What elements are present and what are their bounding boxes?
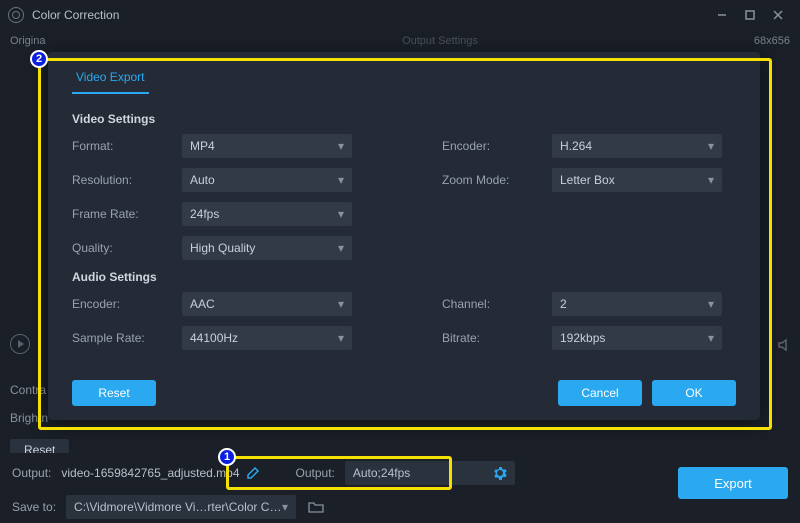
chevron-down-icon: ▾	[708, 139, 714, 153]
output-spec-value: Auto;24fps	[353, 466, 410, 480]
play-icon[interactable]	[10, 334, 30, 354]
audio-encoder-select[interactable]: AAC▾	[182, 292, 352, 316]
chevron-down-icon: ▾	[338, 173, 344, 187]
top-info-row: Origina Output Settings 68x656	[0, 30, 800, 52]
quality-label: Quality:	[72, 241, 172, 255]
channel-label: Channel:	[442, 297, 542, 311]
open-folder-button[interactable]	[308, 500, 324, 514]
minimize-button[interactable]	[708, 1, 736, 29]
output-settings-dialog: Video Export Video Settings Format: MP4▾…	[48, 52, 760, 420]
saveto-label: Save to:	[12, 500, 56, 514]
quality-select[interactable]: High Quality▾	[182, 236, 352, 260]
format-select[interactable]: MP4▾	[182, 134, 352, 158]
saveto-path-value: C:\Vidmore\Vidmore Vi…rter\Color Correct…	[74, 500, 282, 514]
output-file-label: Output:	[12, 466, 51, 480]
chevron-down-icon: ▾	[282, 500, 288, 514]
dialog-cancel-button[interactable]: Cancel	[558, 380, 642, 406]
dialog-subtitle: Output Settings	[402, 35, 478, 47]
audio-settings-header: Audio Settings	[72, 270, 736, 284]
audio-encoder-label: Encoder:	[72, 297, 172, 311]
titlebar: Color Correction	[0, 0, 800, 30]
chevron-down-icon: ▾	[338, 331, 344, 345]
dialog-reset-button[interactable]: Reset	[72, 380, 156, 406]
annotation-badge-1: 1	[218, 448, 236, 466]
dialog-ok-button[interactable]: OK	[652, 380, 736, 406]
gear-icon[interactable]	[493, 466, 507, 480]
bitrate-label: Bitrate:	[442, 331, 542, 345]
app-logo-icon	[8, 7, 24, 23]
bottom-bar: Output: video-1659842765_adjusted.mp4 Ou…	[0, 453, 800, 523]
framerate-label: Frame Rate:	[72, 207, 172, 221]
rename-output-button[interactable]	[246, 466, 260, 480]
contrast-label: Contra	[10, 383, 46, 397]
chevron-down-icon: ▾	[338, 139, 344, 153]
dimensions-readout: 68x656	[754, 35, 790, 47]
brightness-label: Brightn	[10, 411, 48, 425]
output-spec-box[interactable]: Auto;24fps	[345, 461, 515, 485]
resolution-label: Resolution:	[72, 173, 172, 187]
format-label: Format:	[72, 139, 172, 153]
chevron-down-icon: ▾	[708, 173, 714, 187]
saveto-path-select[interactable]: C:\Vidmore\Vidmore Vi…rter\Color Correct…	[66, 495, 296, 519]
chevron-down-icon: ▾	[338, 297, 344, 311]
framerate-select[interactable]: 24fps▾	[182, 202, 352, 226]
chevron-down-icon: ▾	[338, 207, 344, 221]
samplerate-label: Sample Rate:	[72, 331, 172, 345]
chevron-down-icon: ▾	[708, 297, 714, 311]
zoom-mode-label: Zoom Mode:	[442, 173, 542, 187]
tab-video-export[interactable]: Video Export	[72, 64, 149, 94]
resolution-select[interactable]: Auto▾	[182, 168, 352, 192]
video-encoder-select[interactable]: H.264▾	[552, 134, 722, 158]
bitrate-select[interactable]: 192kbps▾	[552, 326, 722, 350]
output-spec-label: Output:	[296, 466, 335, 480]
preview-mode-label: Origina	[10, 35, 45, 47]
samplerate-select[interactable]: 44100Hz▾	[182, 326, 352, 350]
annotation-badge-2: 2	[30, 50, 48, 68]
channel-select[interactable]: 2▾	[552, 292, 722, 316]
chevron-down-icon: ▾	[708, 331, 714, 345]
close-button[interactable]	[764, 1, 792, 29]
zoom-mode-select[interactable]: Letter Box▾	[552, 168, 722, 192]
encoder-label: Encoder:	[442, 139, 542, 153]
maximize-button[interactable]	[736, 1, 764, 29]
output-file-name: video-1659842765_adjusted.mp4	[61, 466, 239, 480]
video-settings-header: Video Settings	[72, 112, 736, 126]
chevron-down-icon: ▾	[338, 241, 344, 255]
export-button[interactable]: Export	[678, 467, 788, 499]
window-title: Color Correction	[32, 8, 119, 22]
volume-icon[interactable]	[776, 336, 794, 354]
